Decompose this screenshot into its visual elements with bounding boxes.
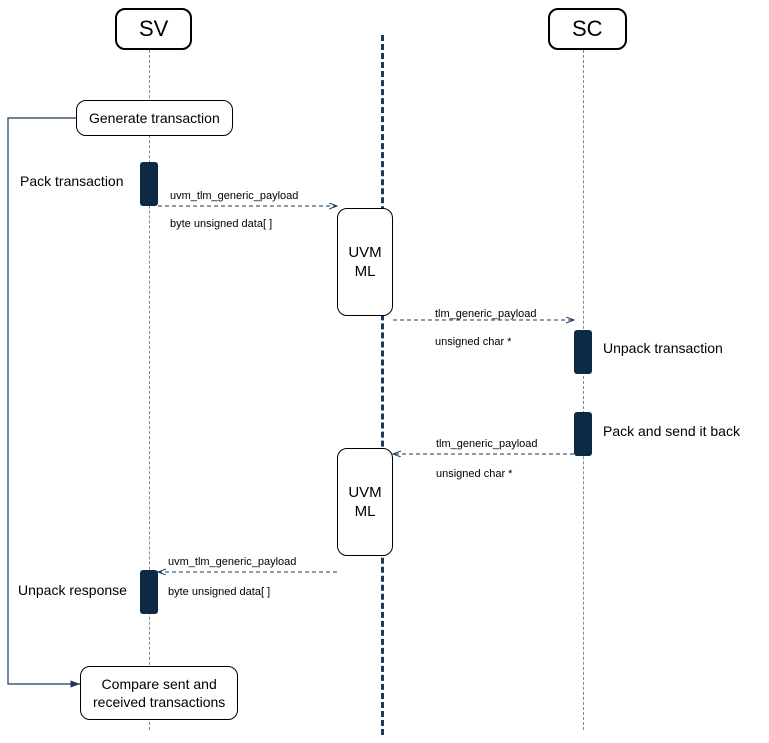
header-sc: SC bbox=[548, 8, 627, 50]
header-sv: SV bbox=[115, 8, 192, 50]
activation-unpack-tx bbox=[574, 330, 592, 374]
msg-1a: uvm_tlm_generic_payload bbox=[170, 190, 298, 202]
center-divider bbox=[381, 35, 384, 735]
node-uvm-1: UVM ML bbox=[337, 208, 393, 316]
msg-3a: tlm_generic_payload bbox=[436, 438, 538, 450]
label-pack-back: Pack and send it back bbox=[603, 423, 740, 439]
node-compare: Compare sent and received transactions bbox=[80, 666, 238, 720]
lifeline-sv bbox=[149, 50, 150, 730]
msg-2b: unsigned char * bbox=[435, 336, 511, 348]
msg-3b: unsigned char * bbox=[436, 468, 512, 480]
activation-pack-tx bbox=[140, 162, 158, 206]
msg-2a: tlm_generic_payload bbox=[435, 308, 537, 320]
label-unpack-tx: Unpack transaction bbox=[603, 340, 723, 356]
msg-4b: byte unsigned data[ ] bbox=[168, 586, 270, 598]
activation-unpack-resp bbox=[140, 570, 158, 614]
msg-1b: byte unsigned data[ ] bbox=[170, 218, 272, 230]
lifeline-sc bbox=[583, 50, 584, 730]
node-generate: Generate transaction bbox=[76, 100, 233, 136]
label-unpack-resp: Unpack response bbox=[18, 582, 127, 598]
activation-pack-back bbox=[574, 412, 592, 456]
label-pack-tx: Pack transaction bbox=[20, 173, 124, 189]
msg-4a: uvm_tlm_generic_payload bbox=[168, 556, 296, 568]
node-uvm-2: UVM ML bbox=[337, 448, 393, 556]
